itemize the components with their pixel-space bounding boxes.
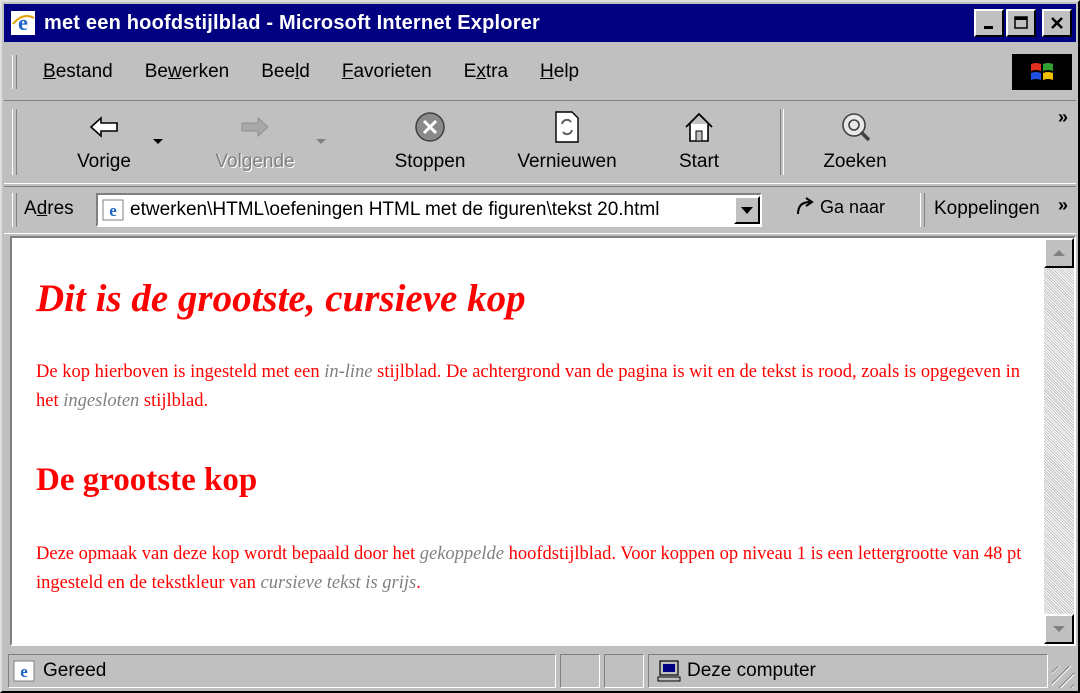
svg-text:e: e bbox=[20, 662, 28, 681]
forward-dropdown-arrow[interactable] bbox=[316, 139, 326, 144]
home-icon bbox=[685, 112, 713, 142]
status-bar: e Gereed Deze computer bbox=[4, 652, 1076, 690]
forward-button[interactable]: Volgende bbox=[200, 107, 310, 179]
menu-beeld[interactable]: Beeld bbox=[245, 61, 326, 83]
refresh-page-icon bbox=[555, 111, 579, 143]
home-button[interactable]: Start bbox=[664, 107, 734, 179]
browser-window: e met een hoofdstijlblad - Microsoft Int… bbox=[0, 0, 1080, 693]
page-content: Dit is de grootste, cursieve kop De kop … bbox=[12, 238, 1044, 644]
search-globe-icon bbox=[842, 113, 871, 142]
paragraph-2: Deze opmaak van deze kop wordt bepaald d… bbox=[36, 544, 1022, 593]
toolbar-separator bbox=[780, 109, 784, 175]
toolbar-more-chevron[interactable]: » bbox=[1058, 107, 1068, 128]
refresh-button[interactable]: Vernieuwen bbox=[504, 107, 630, 179]
back-dropdown-arrow[interactable] bbox=[153, 139, 163, 144]
dropdown-arrow-icon bbox=[741, 206, 753, 214]
close-icon bbox=[1051, 17, 1063, 29]
stop-icon bbox=[415, 112, 445, 142]
ie-page-icon: e bbox=[102, 199, 124, 221]
address-value[interactable]: etwerken\HTML\oefeningen HTML met de fig… bbox=[130, 199, 734, 221]
menu-help[interactable]: Help bbox=[524, 61, 595, 83]
go-button[interactable]: Ga naar bbox=[794, 196, 885, 218]
back-arrow-icon bbox=[89, 116, 118, 138]
title-bar[interactable]: e met een hoofdstijlblad - Microsoft Int… bbox=[4, 4, 1076, 42]
menubar-grip[interactable] bbox=[12, 55, 17, 89]
stop-button[interactable]: Stoppen bbox=[384, 107, 476, 179]
links-separator bbox=[920, 193, 925, 227]
toolbar-grip[interactable] bbox=[12, 109, 17, 175]
status-zone-panel: Deze computer bbox=[648, 654, 1048, 688]
menu-bewerken[interactable]: Bewerken bbox=[129, 61, 246, 83]
resize-grip[interactable] bbox=[1052, 666, 1074, 688]
computer-icon bbox=[657, 660, 681, 682]
go-arrow-icon bbox=[797, 197, 814, 215]
close-button[interactable] bbox=[1042, 9, 1072, 37]
menu-favorieten[interactable]: Favorieten bbox=[326, 61, 448, 83]
forward-arrow-icon bbox=[241, 116, 269, 138]
status-progress-panel bbox=[560, 654, 600, 688]
ie-logo-icon: e bbox=[11, 10, 35, 35]
minimize-button[interactable] bbox=[974, 9, 1004, 37]
status-text-panel: e Gereed bbox=[8, 654, 556, 688]
heading-bold: De grootste kop bbox=[36, 462, 258, 498]
status-secure-panel bbox=[604, 654, 644, 688]
maximize-button[interactable] bbox=[1006, 9, 1036, 37]
svg-text:e: e bbox=[18, 10, 28, 35]
standard-toolbar: Vorige Volgende Stoppen Vernieuwen Start… bbox=[4, 100, 1076, 184]
windows-logo-icon bbox=[1031, 63, 1053, 80]
links-toolbar[interactable]: Koppelingen bbox=[934, 198, 1040, 220]
scroll-down-button[interactable] bbox=[1044, 614, 1074, 644]
menu-extra[interactable]: Extra bbox=[448, 61, 524, 83]
address-label: Adres bbox=[24, 198, 74, 219]
heading-italic: Dit is de grootste, cursieve kop bbox=[36, 277, 526, 320]
scroll-up-button[interactable] bbox=[1044, 238, 1074, 268]
minimize-icon bbox=[984, 26, 993, 29]
windows-throbber-logo bbox=[1012, 54, 1072, 90]
window-title: met een hoofdstijlblad - Microsoft Inter… bbox=[44, 11, 541, 34]
ie-page-icon: e bbox=[13, 660, 35, 682]
address-input[interactable]: e etwerken\HTML\oefeningen HTML met de f… bbox=[96, 193, 762, 227]
menu-bestand[interactable]: Bestand bbox=[27, 61, 129, 83]
page-viewport: Dit is de grootste, cursieve kop De kop … bbox=[10, 236, 1076, 646]
links-more-chevron[interactable]: » bbox=[1058, 195, 1068, 216]
vertical-scrollbar[interactable] bbox=[1044, 238, 1074, 644]
up-arrow-icon bbox=[1053, 250, 1065, 256]
paragraph-1: De kop hierboven is ingesteld met een in… bbox=[36, 362, 1021, 411]
maximize-icon bbox=[1014, 16, 1028, 29]
address-dropdown-button[interactable] bbox=[734, 196, 760, 224]
back-button[interactable]: Vorige bbox=[64, 107, 144, 179]
menu-bar: Bestand Bewerken Beeld Favorieten Extra … bbox=[4, 50, 1076, 94]
svg-text:e: e bbox=[109, 201, 117, 220]
down-arrow-icon bbox=[1053, 626, 1065, 632]
address-bar: Adres e etwerken\HTML\oefeningen HTML me… bbox=[4, 186, 1076, 234]
search-button[interactable]: Zoeken bbox=[812, 107, 898, 179]
addressbar-grip[interactable] bbox=[12, 193, 17, 227]
